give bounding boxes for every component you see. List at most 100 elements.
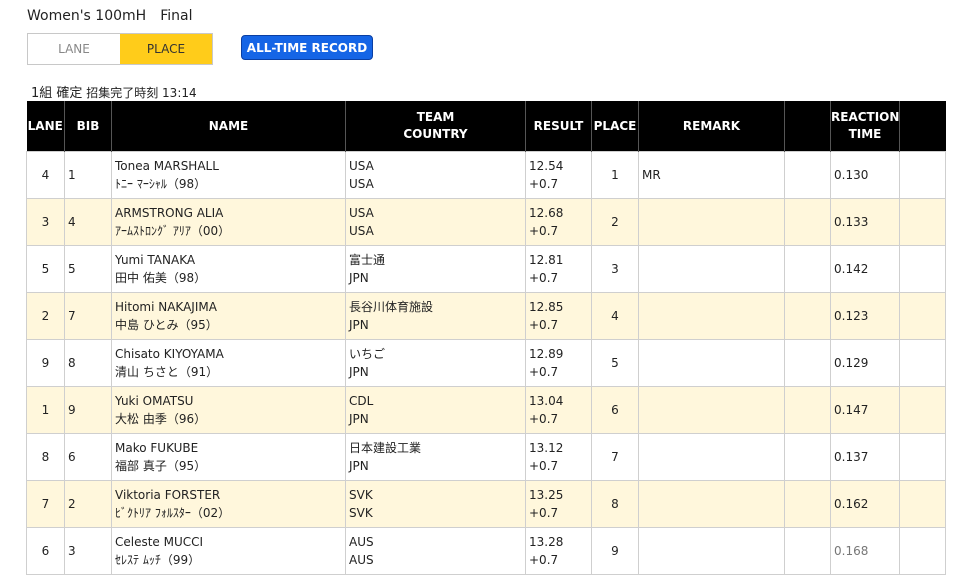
cell-bib: 3 bbox=[64, 527, 112, 575]
team-name: USA bbox=[349, 159, 374, 173]
cell-bib: 4 bbox=[64, 198, 112, 246]
wind: +0.7 bbox=[529, 412, 559, 426]
result-time: 13.25 bbox=[529, 488, 564, 502]
cell-remark bbox=[638, 527, 785, 575]
cell-name: Chisato KIYOYAMA 清山 ちさと（91） bbox=[111, 339, 346, 387]
cell-result: 13.12 +0.7 bbox=[525, 433, 592, 481]
header-bib: BIB bbox=[64, 101, 112, 152]
header-lane: LANE bbox=[26, 101, 65, 152]
athlete-name-en: Hitomi NAKAJIMA bbox=[115, 300, 217, 314]
wind: +0.7 bbox=[529, 553, 559, 567]
cell-lane: 4 bbox=[26, 151, 65, 199]
cell-place: 2 bbox=[591, 198, 639, 246]
wind: +0.7 bbox=[529, 459, 559, 473]
result-time: 12.85 bbox=[529, 300, 564, 314]
cell-team: USA USA bbox=[345, 151, 526, 199]
cell-extra bbox=[899, 339, 946, 387]
athlete-name-jp: ﾄﾆｰ ﾏｰｼｬﾙ（98） bbox=[115, 177, 207, 191]
cell-bib: 1 bbox=[64, 151, 112, 199]
cell-name: Viktoria FORSTER ﾋﾞｸﾄﾘｱ ﾌｫﾙｽﾀｰ（02） bbox=[111, 480, 346, 528]
cell-extra bbox=[899, 386, 946, 434]
table-header: LANE BIB NAME TEAM COUNTRY RESULT PLACE R… bbox=[26, 101, 946, 152]
country-code: JPN bbox=[349, 271, 369, 285]
cell-lane: 8 bbox=[26, 433, 65, 481]
table-row: 5 5 Yumi TANAKA 田中 佑美（98） 富士通 JPN 12.81 +0.7 3 0.… bbox=[26, 245, 946, 293]
cell-remark bbox=[638, 292, 785, 340]
athlete-name-jp: ﾋﾞｸﾄﾘｱ ﾌｫﾙｽﾀｰ（02） bbox=[115, 506, 231, 520]
header-reaction: REACTION TIME bbox=[830, 101, 900, 152]
cell-result: 12.81 +0.7 bbox=[525, 245, 592, 293]
heat-group: 1組 確定 bbox=[31, 86, 83, 101]
athlete-name-en: Yumi TANAKA bbox=[115, 253, 196, 267]
header-result: RESULT bbox=[525, 101, 592, 152]
cell-blank bbox=[784, 480, 831, 528]
cell-remark bbox=[638, 386, 785, 434]
cell-result: 12.89 +0.7 bbox=[525, 339, 592, 387]
cell-place: 7 bbox=[591, 433, 639, 481]
sort-toggle: LANE PLACE bbox=[27, 33, 213, 65]
cell-reaction: 0.147 bbox=[830, 386, 900, 434]
cell-reaction: 0.123 bbox=[830, 292, 900, 340]
athlete-name-en: Celeste MUCCI bbox=[115, 535, 204, 549]
cell-extra bbox=[899, 433, 946, 481]
cell-bib: 9 bbox=[64, 386, 112, 434]
table-row: 4 1 Tonea MARSHALL ﾄﾆｰ ﾏｰｼｬﾙ（98） USA USA 12.54… bbox=[26, 151, 946, 199]
cell-name: ARMSTRONG ALIA ｱｰﾑｽﾄﾛﾝｸﾞ ｱﾘｱ（00） bbox=[111, 198, 346, 246]
heat-info: 1組 確定 招集完了時刻 13:14 bbox=[31, 82, 197, 101]
cell-extra bbox=[899, 527, 946, 575]
wind: +0.7 bbox=[529, 224, 559, 238]
team-name: USA bbox=[349, 206, 374, 220]
cell-lane: 9 bbox=[26, 339, 65, 387]
cell-team: AUS AUS bbox=[345, 527, 526, 575]
country-code: JPN bbox=[349, 365, 369, 379]
result-time: 13.04 bbox=[529, 394, 564, 408]
call-time: 招集完了時刻 13:14 bbox=[86, 86, 197, 100]
cell-bib: 2 bbox=[64, 480, 112, 528]
cell-blank bbox=[784, 527, 831, 575]
cell-blank bbox=[784, 292, 831, 340]
table-row: 7 2 Viktoria FORSTER ﾋﾞｸﾄﾘｱ ﾌｫﾙｽﾀｰ（02） SVK SV… bbox=[26, 480, 946, 528]
cell-bib: 6 bbox=[64, 433, 112, 481]
athlete-name-jp: ｾﾚｽﾃ ﾑｯﾁ（99） bbox=[115, 553, 201, 567]
country-code: AUS bbox=[349, 553, 374, 567]
table-row: 8 6 Mako FUKUBE 福部 真子（95） 日本建設工業 JPN 13.12 +0.7… bbox=[26, 433, 946, 481]
team-name: 日本建設工業 bbox=[349, 441, 422, 455]
athlete-name-jp: ｱｰﾑｽﾄﾛﾝｸﾞ ｱﾘｱ（00） bbox=[115, 224, 231, 238]
cell-extra bbox=[899, 198, 946, 246]
wind: +0.7 bbox=[529, 177, 559, 191]
result-time: 13.28 bbox=[529, 535, 564, 549]
cell-result: 13.04 +0.7 bbox=[525, 386, 592, 434]
cell-reaction: 0.142 bbox=[830, 245, 900, 293]
cell-bib: 8 bbox=[64, 339, 112, 387]
cell-lane: 1 bbox=[26, 386, 65, 434]
cell-reaction: 0.133 bbox=[830, 198, 900, 246]
wind: +0.7 bbox=[529, 271, 559, 285]
header-blank bbox=[784, 101, 831, 152]
cell-team: CDL JPN bbox=[345, 386, 526, 434]
athlete-name-en: ARMSTRONG ALIA bbox=[115, 206, 224, 220]
table-row: 1 9 Yuki OMATSU 大松 由季（96） CDL JPN 13.04 +0.7 6 0.… bbox=[26, 386, 946, 434]
table-row: 3 4 ARMSTRONG ALIA ｱｰﾑｽﾄﾛﾝｸﾞ ｱﾘｱ（00） USA USA 1… bbox=[26, 198, 946, 246]
cell-reaction: 0.130 bbox=[830, 151, 900, 199]
cell-lane: 7 bbox=[26, 480, 65, 528]
cell-result: 13.25 +0.7 bbox=[525, 480, 592, 528]
cell-result: 12.68 +0.7 bbox=[525, 198, 592, 246]
cell-place: 6 bbox=[591, 386, 639, 434]
lane-toggle-button[interactable]: LANE bbox=[28, 34, 120, 64]
country-code: SVK bbox=[349, 506, 373, 520]
place-toggle-button[interactable]: PLACE bbox=[120, 34, 212, 64]
athlete-name-jp: 田中 佑美（98） bbox=[115, 271, 207, 285]
all-time-record-button[interactable]: ALL-TIME RECORD bbox=[241, 35, 373, 60]
wind: +0.7 bbox=[529, 506, 559, 520]
cell-name: Yuki OMATSU 大松 由季（96） bbox=[111, 386, 346, 434]
country-code: JPN bbox=[349, 459, 369, 473]
cell-name: Tonea MARSHALL ﾄﾆｰ ﾏｰｼｬﾙ（98） bbox=[111, 151, 346, 199]
athlete-name-en: Mako FUKUBE bbox=[115, 441, 199, 455]
result-time: 13.12 bbox=[529, 441, 564, 455]
cell-place: 1 bbox=[591, 151, 639, 199]
cell-name: Celeste MUCCI ｾﾚｽﾃ ﾑｯﾁ（99） bbox=[111, 527, 346, 575]
country-code: JPN bbox=[349, 318, 369, 332]
team-name: AUS bbox=[349, 535, 374, 549]
cell-extra bbox=[899, 292, 946, 340]
cell-blank bbox=[784, 245, 831, 293]
